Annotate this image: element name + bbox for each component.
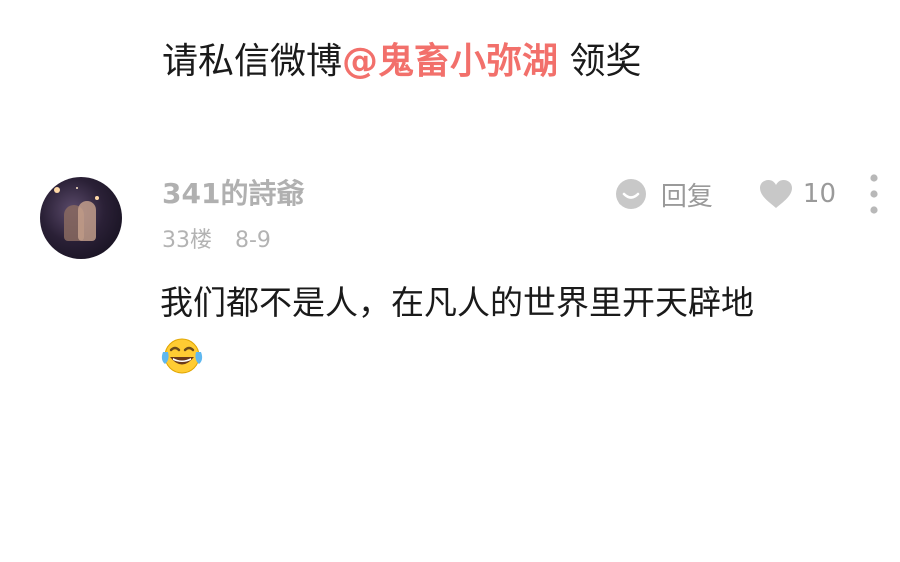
comment-username[interactable]: 341的詩爺 — [162, 176, 304, 212]
tears-of-joy-emoji-icon — [161, 338, 203, 374]
more-vertical-icon[interactable] — [864, 172, 884, 216]
reply-button[interactable]: 回复 — [615, 176, 713, 213]
heart-icon — [759, 180, 792, 208]
comment-date: 8-9 — [235, 228, 271, 253]
comment-meta: 33楼 8-9 — [162, 226, 271, 256]
reply-label: 回复 — [660, 181, 713, 212]
avatar-figure-right — [78, 201, 96, 241]
comment-floor: 33楼 — [162, 228, 212, 253]
like-button[interactable]: 10 — [759, 179, 836, 209]
prize-notice-prefix: 请私信微博 — [162, 41, 343, 82]
avatar-light-decoration — [54, 187, 60, 193]
prize-notice: 请私信微博@鬼畜小弥湖 领奖 — [162, 38, 641, 86]
prize-notice-suffix: 领奖 — [558, 41, 642, 82]
comment-bubble-icon — [615, 179, 646, 209]
avatar[interactable] — [40, 177, 122, 259]
comment-text: 我们都不是人，在凡人的世界里开天辟地 — [160, 283, 754, 322]
comment-actions: 回复 10 — [615, 174, 836, 214]
weibo-mention-link[interactable]: @鬼畜小弥湖 — [342, 41, 558, 82]
like-count: 10 — [802, 179, 836, 209]
